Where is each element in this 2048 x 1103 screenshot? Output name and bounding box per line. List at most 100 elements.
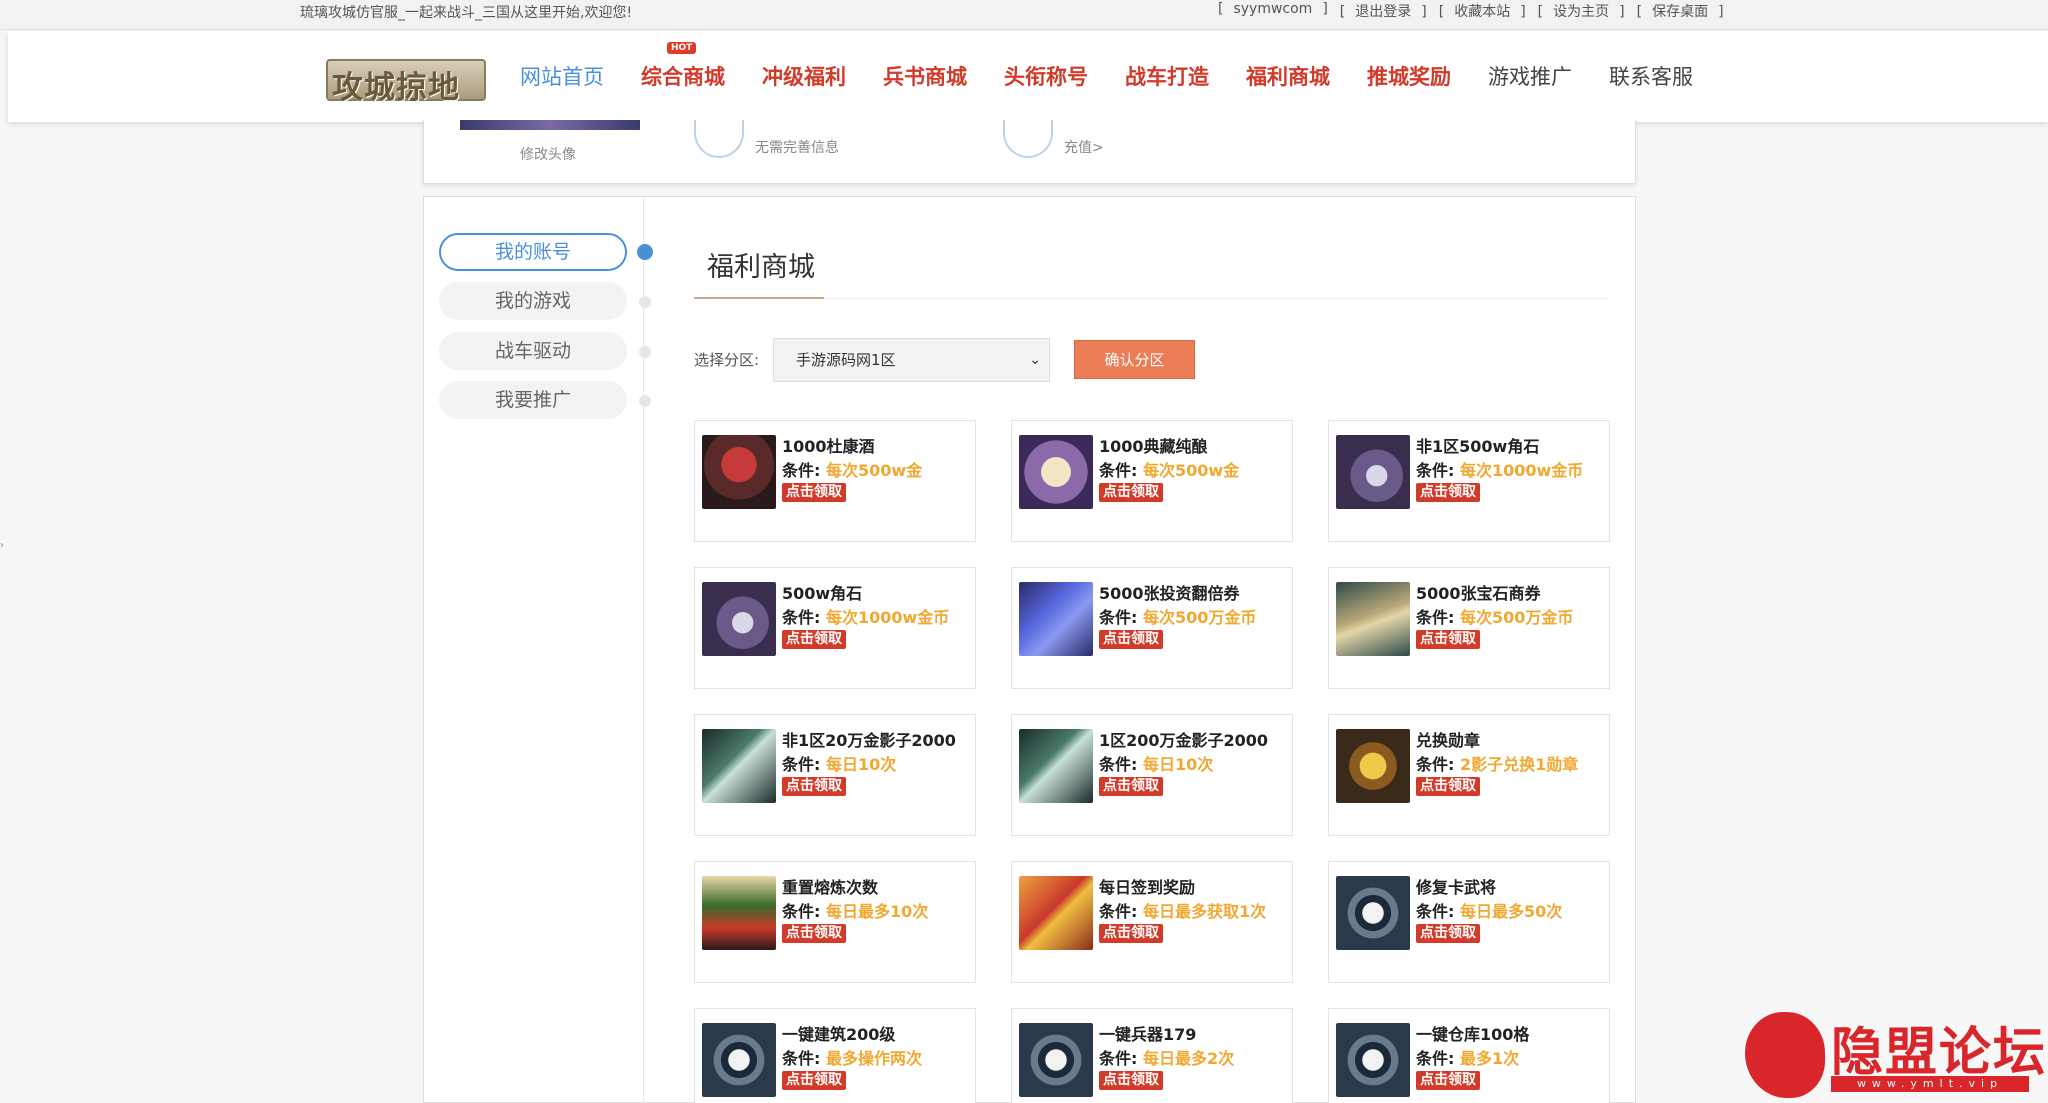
item-condition: 条件: 最多1次 [1416, 1045, 1519, 1069]
nav-home[interactable]: 网站首页 [520, 61, 604, 91]
condition-prefix: 条件: [1099, 461, 1138, 480]
welfare-item-card: 修复卡武将 条件: 每日最多50次点击领取 [1328, 861, 1610, 983]
main-nav: 网站首页 HOT 综合商城 冲级福利 兵书商城 头衔称号 战车打造 福利商城 推… [520, 42, 1730, 91]
welfare-item-card: 每日签到奖励 条件: 每日最多获取1次点击领取 [1011, 861, 1293, 983]
condition-prefix: 条件: [782, 902, 821, 921]
nav-level-welfare[interactable]: 冲级福利 [762, 61, 846, 91]
item-name: 5000张投资翻倍券 [1099, 584, 1240, 603]
item-name: 每日签到奖励 [1099, 878, 1196, 897]
nav-city-rewards[interactable]: 推城奖励 [1367, 61, 1451, 91]
condition-prefix: 条件: [1099, 608, 1138, 627]
item-condition: 条件: 每次500w金 [782, 457, 922, 481]
item-condition: 条件: 每日最多50次 [1416, 898, 1562, 922]
claim-button[interactable]: 点击领取 [1099, 777, 1163, 796]
nav-welfare-store[interactable]: 福利商城 [1246, 61, 1330, 91]
claim-button[interactable]: 点击领取 [1416, 630, 1480, 649]
condition-prefix: 条件: [1416, 755, 1455, 774]
condition-value: 最多操作两次 [825, 1049, 922, 1068]
medal-icon [1336, 729, 1410, 803]
condition-prefix: 条件: [1416, 1049, 1455, 1068]
zone-label: 选择分区: [694, 351, 760, 369]
set-homepage-link[interactable]: [设为主页] [1538, 1, 1625, 21]
claim-button[interactable]: 点击领取 [1416, 483, 1480, 502]
condition-value: 每次500万金币 [1142, 608, 1257, 627]
account-sidebar: 我的账号 我的游戏 战车驱动 我要推广 [424, 197, 653, 1103]
inactive-dot [639, 346, 651, 358]
save-desktop-link[interactable]: [保存桌面] [1637, 1, 1724, 21]
zone-select[interactable]: 手游源码网1区 ⌄ [773, 338, 1050, 382]
bookmark-link[interactable]: [收藏本站] [1439, 1, 1526, 21]
claim-button[interactable]: 点击领取 [782, 483, 846, 502]
welfare-item-card: 1区200万金影子2000 条件: 每日10次 点击领取 [1011, 714, 1293, 836]
change-avatar-link[interactable]: 修改头像 [520, 144, 576, 164]
sidebar-item-my-account[interactable]: 我的账号 [439, 233, 627, 271]
welfare-item-card: 1000杜康酒 条件: 每次500w金 点击领取 [694, 420, 976, 542]
item-condition: 条件: 每日最多10次 [782, 898, 928, 922]
condition-value: 每日最多50次 [1459, 902, 1563, 921]
condition-prefix: 条件: [1416, 608, 1455, 627]
profile-strip: 修改头像 无需完善信息 充值> [423, 120, 1636, 184]
claim-button[interactable]: 点击领取 [1416, 777, 1480, 796]
nav-titles[interactable]: 头衔称号 [1004, 61, 1088, 91]
inactive-dot [639, 395, 651, 407]
condition-value: 每日最多2次 [1142, 1049, 1235, 1068]
nav-general-store[interactable]: HOT 综合商城 [641, 42, 725, 91]
sidebar-item-my-games[interactable]: 我的游戏 [439, 282, 627, 320]
welfare-item-card: 重置熔炼次数 条件: 每日最多10次点击领取 [694, 861, 976, 983]
item-name: 重置熔炼次数 [782, 878, 879, 897]
claim-button[interactable]: 点击领取 [1416, 924, 1480, 943]
claim-button[interactable]: 点击领取 [1099, 924, 1163, 943]
condition-value: 每次1000w金币 [1459, 461, 1584, 480]
page-title: 福利商城 [707, 252, 815, 283]
logout-link[interactable]: [退出登录] [1340, 1, 1427, 21]
yinyang-icon [1336, 1023, 1410, 1097]
condition-prefix: 条件: [782, 755, 821, 774]
account-link[interactable]: [syymwcom] [1218, 1, 1328, 21]
flame-icon [1745, 1012, 1825, 1098]
nav-promotion[interactable]: 游戏推广 [1488, 61, 1572, 91]
nav-chariot[interactable]: 战车打造 [1125, 61, 1209, 91]
condition-value: 最多1次 [1459, 1049, 1520, 1068]
claim-button[interactable]: 点击领取 [782, 1071, 846, 1090]
item-name: 1000典藏纯酿 [1099, 437, 1208, 456]
title-divider [694, 298, 1610, 299]
item-condition: 条件: 2影子兑换1勋章 [1416, 751, 1578, 775]
condition-value: 每次500万金币 [1459, 608, 1574, 627]
item-condition: 条件: 每日最多2次 [1099, 1045, 1234, 1069]
claim-button[interactable]: 点击领取 [782, 777, 846, 796]
claim-button[interactable]: 点击领取 [782, 924, 846, 943]
condition-prefix: 条件: [782, 461, 821, 480]
item-condition: 条件: 每次1000w金币 [782, 604, 949, 628]
condition-prefix: 条件: [1099, 1049, 1138, 1068]
condition-prefix: 条件: [1099, 755, 1138, 774]
document-icon [694, 120, 744, 158]
confirm-zone-button[interactable]: 确认分区 [1074, 340, 1195, 379]
condition-prefix: 条件: [1099, 902, 1138, 921]
claim-button[interactable]: 点击领取 [1099, 1071, 1163, 1090]
inactive-dot [639, 296, 651, 308]
welfare-item-card: 1000典藏纯酿 条件: 每次500w金点击领取 [1011, 420, 1293, 542]
item-condition: 条件: 每次1000w金币 [1416, 457, 1583, 481]
item-condition: 条件: 每日10次 [1099, 751, 1213, 775]
condition-prefix: 条件: [1416, 461, 1455, 480]
sidebar-item-chariot-drive[interactable]: 战车驱动 [439, 332, 627, 370]
site-logo[interactable]: 攻城掠地 [326, 53, 494, 106]
condition-value: 每次500w金 [1142, 461, 1240, 480]
welfare-item-card: 500w角石 条件: 每次1000w金币 点击领取 [694, 567, 976, 689]
sidebar-item-promote[interactable]: 我要推广 [439, 381, 627, 419]
claim-button[interactable]: 点击领取 [782, 630, 846, 649]
general-icon [702, 876, 776, 950]
condition-value: 每日10次 [1142, 755, 1214, 774]
item-name: 非1区500w角石 [1416, 437, 1540, 456]
title-underline [694, 297, 824, 299]
claim-button[interactable]: 点击领取 [1099, 483, 1163, 502]
claim-button[interactable]: 点击领取 [1099, 630, 1163, 649]
nav-book-store[interactable]: 兵书商城 [883, 61, 967, 91]
item-name: 修复卡武将 [1416, 878, 1497, 897]
zone-selected-value: 手游源码网1区 [796, 351, 896, 369]
nav-support[interactable]: 联系客服 [1609, 61, 1693, 91]
condition-value: 每日最多获取1次 [1142, 902, 1267, 921]
claim-button[interactable]: 点击领取 [1416, 1071, 1480, 1090]
recharge-link[interactable]: 充值> [1064, 137, 1104, 157]
watermark-text: 隐盟论坛 [1831, 1022, 2048, 1083]
